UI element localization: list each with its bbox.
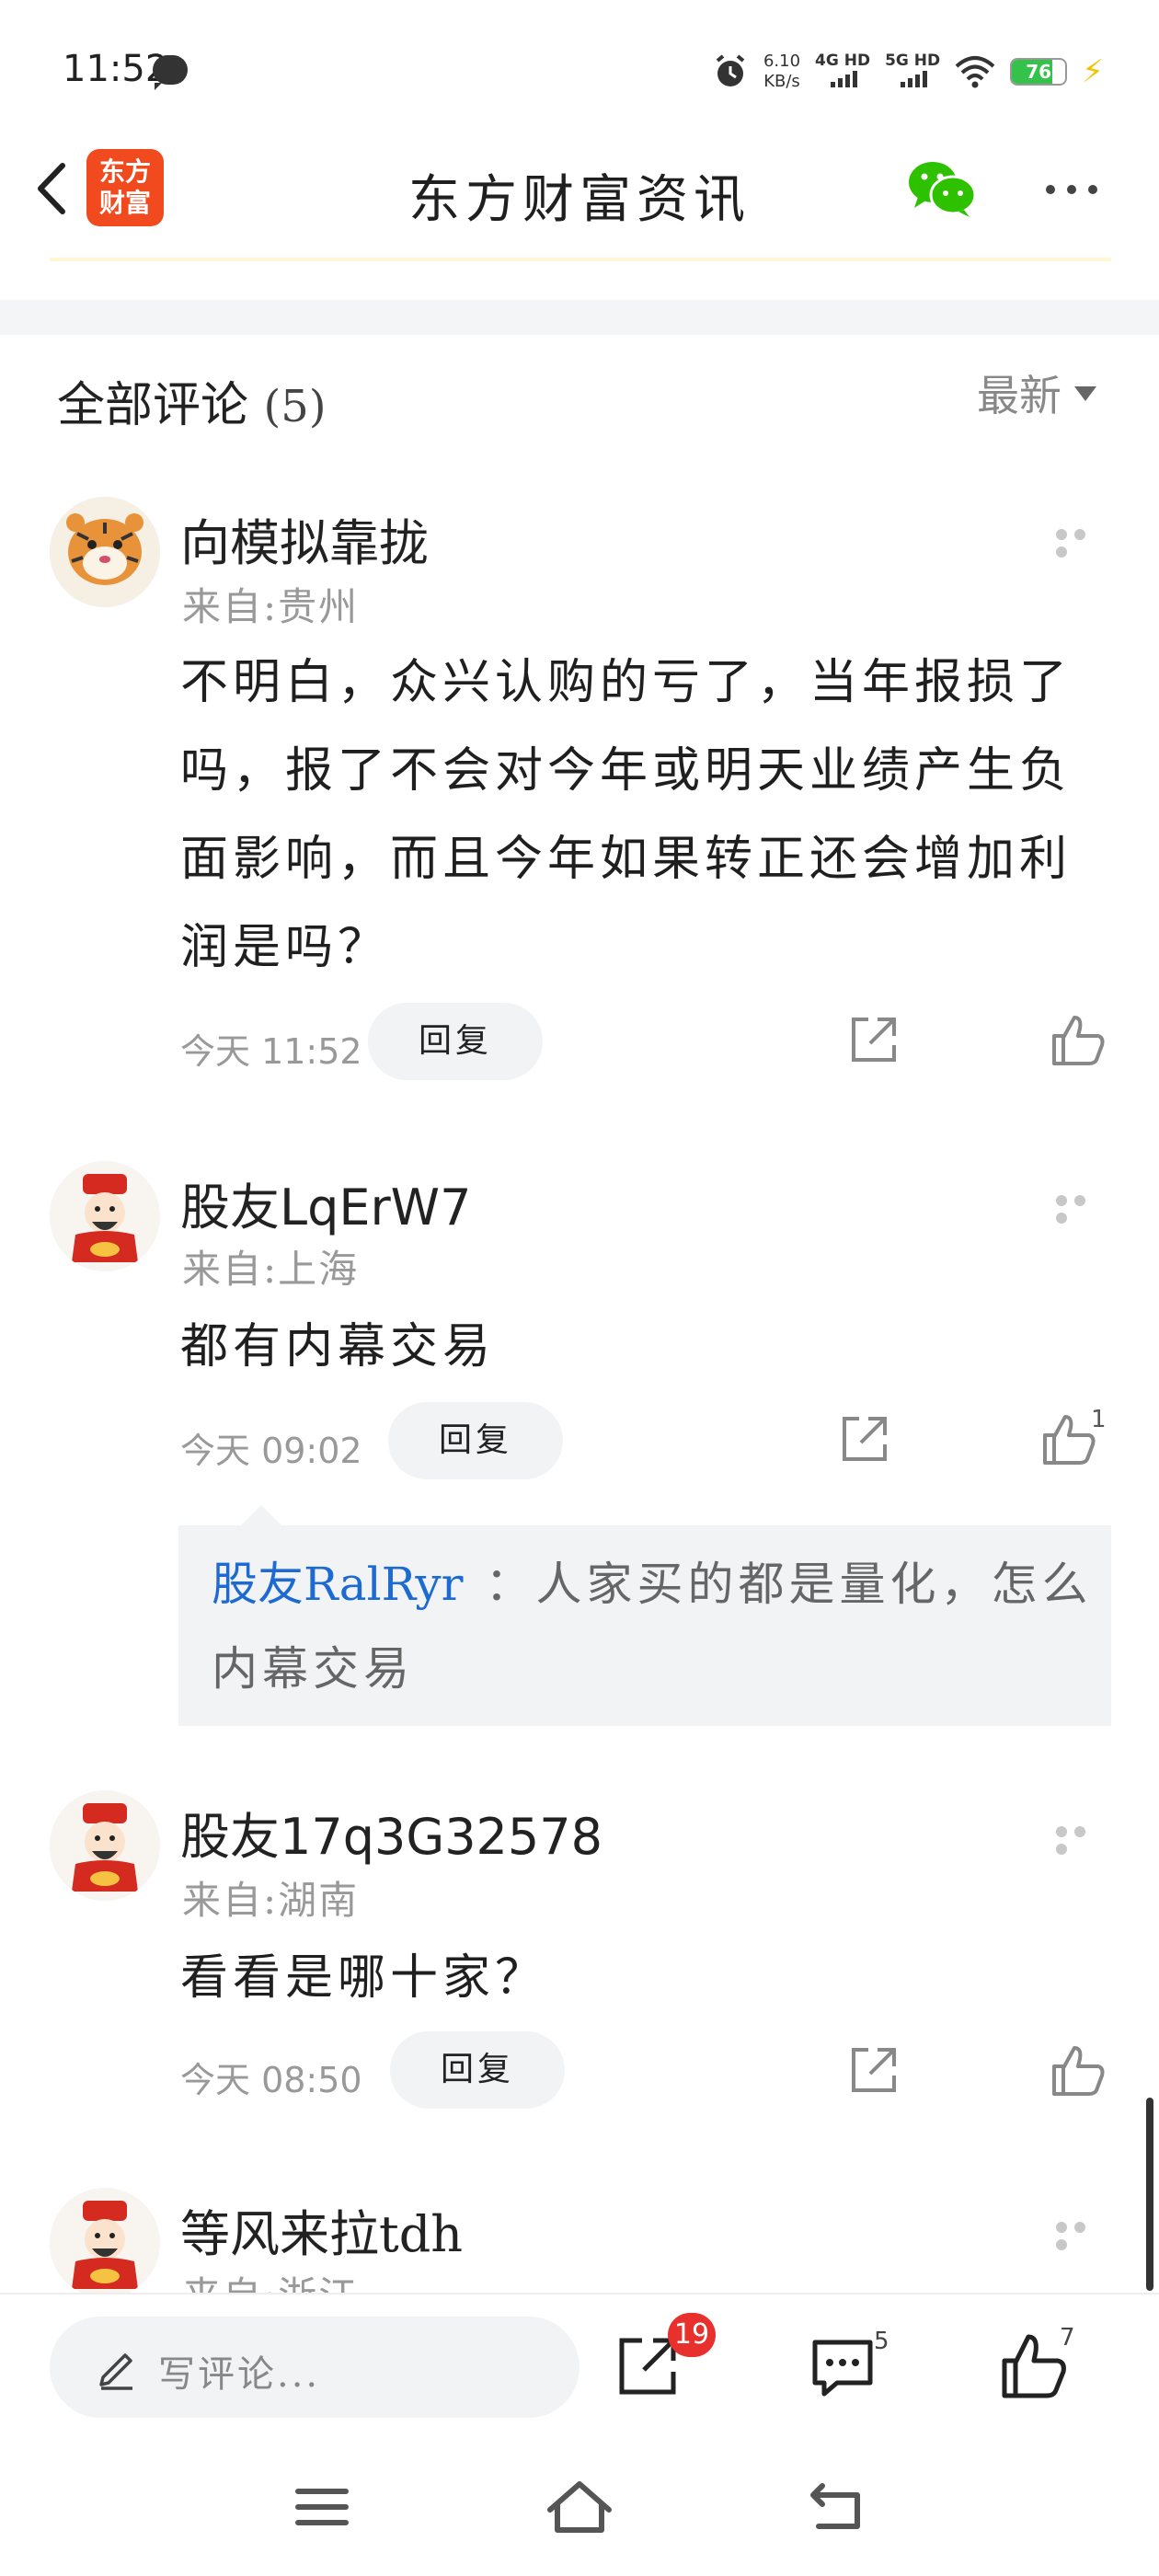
comment-username[interactable]: 等风来拉tdh	[180, 2193, 463, 2266]
comment-more-icon[interactable]	[1056, 1192, 1109, 1224]
share-icon[interactable]	[844, 2041, 903, 2099]
like-count: 7	[1060, 2324, 1075, 2352]
signal-5g: 5G HD	[885, 52, 940, 91]
signal-bars-icon	[900, 69, 927, 87]
avatar[interactable]	[50, 1790, 160, 1901]
message-icon	[153, 55, 188, 90]
bottom-action-bar: 写评论... 19 5 7	[0, 2293, 1159, 2438]
share-icon[interactable]	[835, 1409, 894, 1468]
share-count-badge: 19	[668, 2313, 716, 2357]
section-separator	[0, 300, 1159, 335]
signal-4g: 4G HD	[815, 52, 870, 91]
comments-section-title: 全部评论 (5)	[57, 378, 327, 433]
charging-icon: ⚡	[1082, 53, 1104, 90]
comment-location: 来自:贵州	[182, 584, 360, 629]
comment-time: 今天 09:02	[180, 1431, 362, 1471]
comment-location: 来自:上海	[182, 1247, 360, 1292]
tiger-avatar-icon	[50, 497, 160, 607]
avatar[interactable]	[50, 497, 160, 607]
scrollbar[interactable]	[1146, 2098, 1153, 2291]
reply-button[interactable]: 回复	[368, 1003, 543, 1080]
comments-count: (5)	[263, 381, 327, 432]
page-title: 东方财富资讯	[408, 170, 751, 230]
caret-down-icon	[1074, 386, 1096, 401]
comment-text: 不明白，众兴认购的亏了，当年报损了吗，报了不会对今年或明天业绩产生负面影响，而且…	[180, 655, 1073, 975]
comment-username[interactable]: 股友LqErW7	[180, 1167, 471, 1239]
comment-username[interactable]: 股友17q3G32578	[180, 1796, 602, 1869]
wifi-icon	[955, 56, 995, 88]
alarm-icon	[716, 54, 745, 86]
comment-more-icon[interactable]	[1056, 526, 1109, 558]
signal-bars-icon	[830, 69, 857, 87]
menu-icon[interactable]	[285, 2475, 359, 2539]
comment-more-icon[interactable]	[1056, 2219, 1109, 2250]
sub-reply-username[interactable]: 股友RalRyr	[212, 1558, 464, 1611]
reply-button[interactable]: 回复	[390, 2031, 565, 2109]
system-nav-bar	[0, 2438, 1159, 2576]
top-nav-bar: 东方 财富 东方财富资讯	[0, 138, 1159, 261]
fortune-god-avatar-icon	[50, 1161, 160, 1271]
fortune-god-avatar-icon	[50, 1790, 160, 1901]
home-icon[interactable]	[543, 2475, 616, 2539]
status-bar: 11:52 6.10 KB/s 4G HD 5G HD 76 ⚡	[0, 0, 1159, 138]
sort-dropdown[interactable]: 最新	[977, 362, 1096, 423]
comment-icon[interactable]	[806, 2331, 879, 2405]
comment-more-icon[interactable]	[1056, 1823, 1109, 1855]
sub-reply-text: 股友RalRyr ：人家买的都是量化，怎么内幕交易	[212, 1558, 1093, 1696]
header-divider	[50, 258, 1111, 261]
thumbs-up-icon[interactable]	[1049, 2041, 1107, 2099]
battery-icon: 76	[1010, 58, 1068, 86]
comment-text: 都有内幕交易	[180, 1319, 496, 1374]
share-icon[interactable]	[844, 1010, 903, 1069]
comment-location: 来自:湖南	[182, 1878, 360, 1923]
back-nav-icon[interactable]	[800, 2475, 874, 2539]
avatar[interactable]	[50, 2188, 160, 2298]
comment-text: 看看是哪十家？	[180, 1950, 548, 2006]
write-comment-input[interactable]: 写评论...	[50, 2317, 580, 2418]
more-icon[interactable]	[1039, 171, 1104, 208]
pencil-icon	[99, 2353, 132, 2390]
fortune-god-avatar-icon	[50, 2188, 160, 2298]
thumbs-up-icon[interactable]	[1039, 1409, 1098, 1468]
thumbs-up-icon[interactable]	[1049, 1010, 1107, 1069]
wechat-icon[interactable]	[905, 156, 979, 221]
like-count: 1	[1091, 1406, 1107, 1433]
net-speed: 6.10 KB/s	[763, 52, 801, 91]
comment-username[interactable]: 向模拟靠拢	[180, 502, 429, 575]
status-icons: 6.10 KB/s 4G HD 5G HD 76 ⚡	[712, 44, 1104, 99]
reply-button[interactable]: 回复	[388, 1402, 563, 1479]
avatar[interactable]	[50, 1161, 160, 1271]
sub-reply[interactable]: 股友RalRyr ：人家买的都是量化，怎么内幕交易	[178, 1505, 1111, 1726]
comment-time: 今天 11:52	[180, 1031, 362, 1072]
comment-count: 5	[874, 2328, 889, 2355]
comment-time: 今天 08:50	[180, 2060, 362, 2100]
write-comment-placeholder: 写评论...	[158, 2353, 321, 2396]
